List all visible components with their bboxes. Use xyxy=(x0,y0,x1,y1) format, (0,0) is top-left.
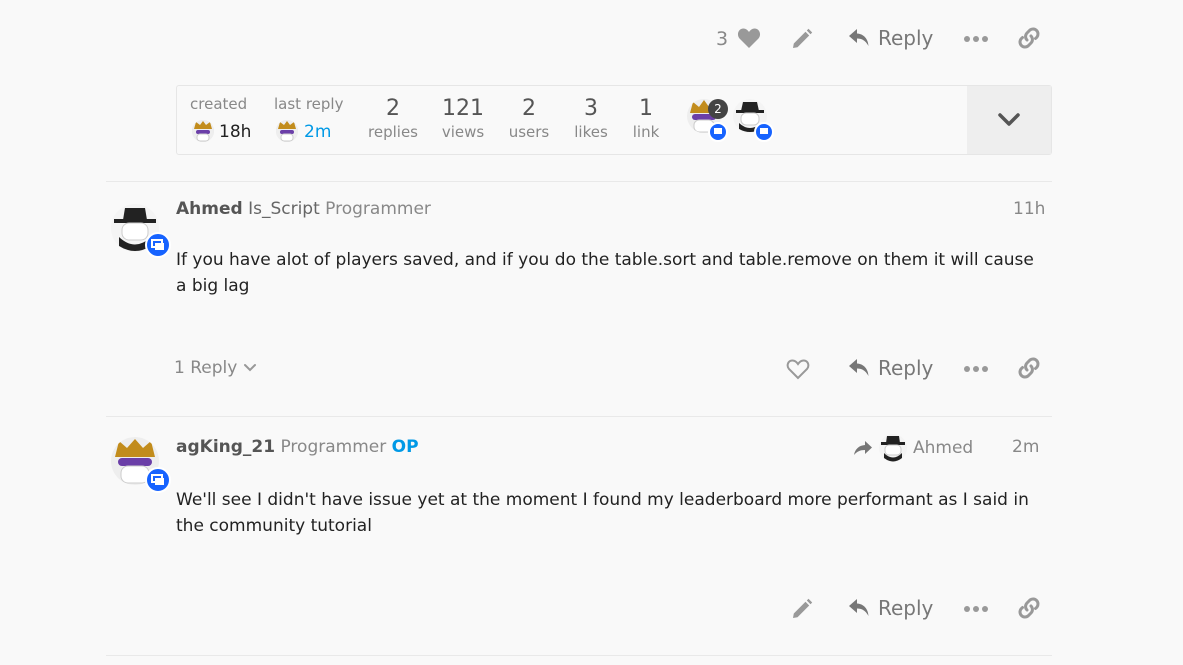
replies-toggle[interactable]: 1 Reply xyxy=(174,358,257,378)
username[interactable]: agKing_21 xyxy=(176,437,275,457)
stat-likes: 3 likes xyxy=(574,96,608,142)
post-time[interactable]: 2m xyxy=(1012,437,1039,457)
chevron-down-icon xyxy=(243,363,257,373)
top-post-actions: 3 Reply xyxy=(0,20,1183,60)
edit-icon[interactable] xyxy=(790,597,814,621)
stat-links: 1 link xyxy=(632,96,660,142)
post-divider xyxy=(106,655,1052,656)
user-title: Programmer xyxy=(325,199,431,219)
post-time[interactable]: 11h xyxy=(1013,199,1045,219)
reply-label: Reply xyxy=(878,356,934,380)
badge-icon xyxy=(145,232,171,258)
reply-to-tab[interactable]: Ahmed xyxy=(853,434,973,462)
op-badge: OP xyxy=(391,437,419,457)
reply-button[interactable]: Reply xyxy=(848,596,933,620)
link-icon[interactable] xyxy=(1017,26,1041,50)
reply-button[interactable]: Reply xyxy=(848,356,933,380)
post-names: Ahmed Is_Script Programmer xyxy=(176,199,431,219)
avatar-agking[interactable] xyxy=(192,120,214,142)
post-divider xyxy=(106,181,1052,182)
expand-topic-map-button[interactable] xyxy=(967,86,1051,154)
username[interactable]: Ahmed xyxy=(176,199,243,219)
reply-arrow-icon xyxy=(848,598,870,618)
reply-arrow-icon xyxy=(848,28,870,48)
share-arrow-icon xyxy=(853,440,873,456)
post-names: agKing_21 Programmer OP xyxy=(176,437,419,457)
reply-label: Reply xyxy=(878,596,934,620)
link-icon[interactable] xyxy=(1017,596,1041,620)
created-label: created xyxy=(190,95,248,113)
more-icon[interactable] xyxy=(964,365,988,373)
heart-outline-icon[interactable] xyxy=(786,358,810,380)
participant-badge-icon xyxy=(708,122,728,142)
full-name: Is_Script xyxy=(248,199,320,219)
participant-post-count: 2 xyxy=(708,99,728,119)
post-body: If you have alot of players saved, and i… xyxy=(176,250,1034,296)
reply-to-avatar xyxy=(879,434,907,462)
more-icon[interactable] xyxy=(964,605,988,613)
reply-to-name: Ahmed xyxy=(913,438,974,458)
reply-arrow-icon xyxy=(848,358,870,378)
stat-replies: 2 replies xyxy=(368,96,418,142)
more-icon[interactable] xyxy=(964,35,988,43)
post-divider xyxy=(106,416,1052,417)
reply-label: Reply xyxy=(878,26,934,50)
participant-badge-icon xyxy=(754,122,774,142)
edit-icon[interactable] xyxy=(790,27,814,51)
badge-icon xyxy=(145,467,171,493)
created-time: 18h xyxy=(219,122,252,142)
topic-map: created 18h last reply 2m 2 replies 121 … xyxy=(176,85,1052,155)
post-body: We'll see I didn't have issue yet at the… xyxy=(176,490,1029,536)
last-reply-label: last reply xyxy=(274,95,344,113)
heart-icon[interactable] xyxy=(737,27,761,49)
stat-users: 2 users xyxy=(508,96,550,142)
reply-button[interactable]: Reply xyxy=(848,26,933,50)
user-title: Programmer xyxy=(280,437,387,457)
stat-views: 121 views xyxy=(441,96,485,142)
like-count: 3 xyxy=(716,28,729,50)
chevron-down-icon xyxy=(998,113,1020,127)
avatar-agking-last[interactable] xyxy=(276,120,298,142)
last-reply-time[interactable]: 2m xyxy=(304,122,331,142)
replies-label: 1 Reply xyxy=(174,358,238,378)
link-icon[interactable] xyxy=(1017,356,1041,380)
